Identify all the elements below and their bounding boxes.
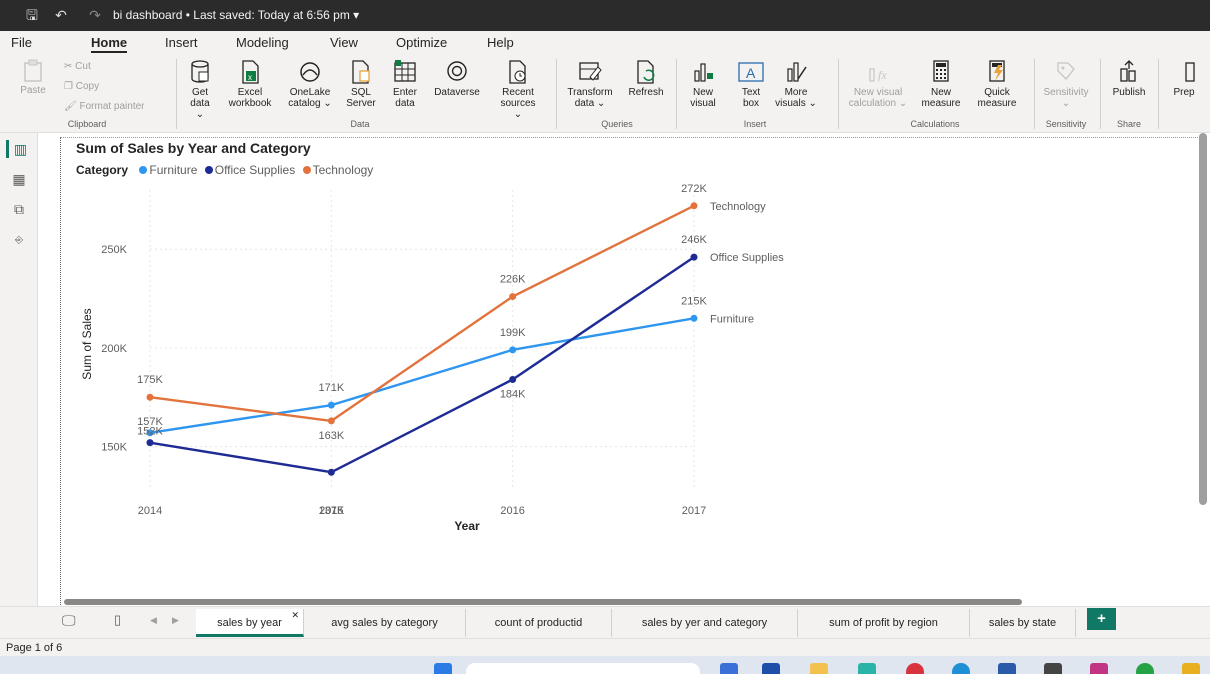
taskbar-app-icon[interactable] [858,663,876,674]
tab-avg-sales-by-category[interactable]: avg sales by category [304,609,466,637]
data-point [146,393,154,401]
scroll-left-icon[interactable]: ◀ [150,615,157,626]
x-axis-title: Year [454,519,480,533]
series-line-office-supplies [149,256,695,474]
data-label: 199K [500,327,526,339]
tab-label: sales by state [988,617,1057,629]
x-tick-label: 2017 [682,505,706,517]
close-icon[interactable]: ✕ [291,601,299,629]
taskbar-app-icon[interactable] [1182,663,1200,674]
os-taskbar [0,656,1210,674]
search-box[interactable] [466,663,700,674]
taskbar-app-icon[interactable] [952,663,970,674]
windows-start-icon[interactable] [434,663,452,674]
line-chart[interactable]: 150K200K250K2014 2015 2016 2017YearSum of S… [0,0,1210,674]
page-indicator: Page 1 of 6 [6,642,63,654]
data-point [690,202,698,210]
taskbar-app-icon[interactable] [1090,663,1108,674]
data-point [690,253,698,261]
data-point [327,401,335,409]
scroll-right-icon[interactable]: ▶ [172,615,179,626]
tab-sales-by-year[interactable]: sales by year ✕ [196,609,304,637]
horizontal-scrollbar[interactable] [64,599,1022,605]
mobile-layout-icon[interactable]: ▯ [114,612,121,628]
tab-label: sales by yer and category [641,617,768,629]
tab-sum-of-profit-by-region[interactable]: sum of profit by region [798,609,970,637]
data-label: 175K [137,374,163,386]
taskbar-app-icon[interactable] [1136,663,1154,674]
status-bar: Page 1 of 6 [0,638,1210,656]
taskbar-app-icon[interactable] [998,663,1016,674]
data-label: 272K [681,183,707,195]
taskbar-app-icon[interactable] [906,663,924,674]
tab-label: sum of profit by region [829,617,938,629]
data-label: 152K [137,426,163,438]
data-label: 163K [318,430,344,442]
data-point [509,375,517,383]
y-tick-label: 200K [101,343,127,355]
y-tick-label: 150K [101,442,127,454]
page-tabs-bar: 🖵 ▯ ◀ ▶ sales by year ✕ avg sales by cate… [0,606,1210,638]
folder-icon[interactable] [810,663,828,674]
tab-count-of-productid[interactable]: count of productid [466,609,612,637]
data-point [327,468,335,476]
series-end-label: Furniture [710,313,754,325]
series-end-label: Technology [710,201,766,213]
data-label: 137K [318,505,344,517]
data-label: 215K [681,295,707,307]
desktop-layout-icon[interactable]: 🖵 [62,612,76,629]
taskbar-app-icon[interactable] [1044,663,1062,674]
tab-label: avg sales by category [331,617,438,629]
tab-label: sales by year [217,617,282,629]
tab-sales-by-yer-and-category[interactable]: sales by yer and category [612,609,798,637]
tab-sales-by-state[interactable]: sales by state [970,609,1076,637]
data-point [146,439,154,447]
taskbar-app-icon[interactable] [720,663,738,674]
data-point [509,346,517,354]
data-label: 226K [500,274,526,286]
series-line-furniture [149,317,695,434]
add-page-button[interactable]: + [1087,608,1116,630]
vertical-scrollbar[interactable] [1199,133,1207,505]
series-end-label: Office Supplies [710,252,784,264]
y-axis-title: Sum of Sales [80,308,94,379]
x-tick-label: 2016 [500,505,524,517]
data-label: 184K [500,388,526,400]
x-tick-label: 2014 [138,505,162,517]
data-label: 246K [681,234,707,246]
taskbar-app-icon[interactable] [762,663,780,674]
y-tick-label: 250K [101,244,127,256]
tab-label: count of productid [494,617,583,629]
data-label: 171K [318,382,344,394]
data-point [327,417,335,425]
data-point [690,314,698,322]
data-point [509,293,517,301]
